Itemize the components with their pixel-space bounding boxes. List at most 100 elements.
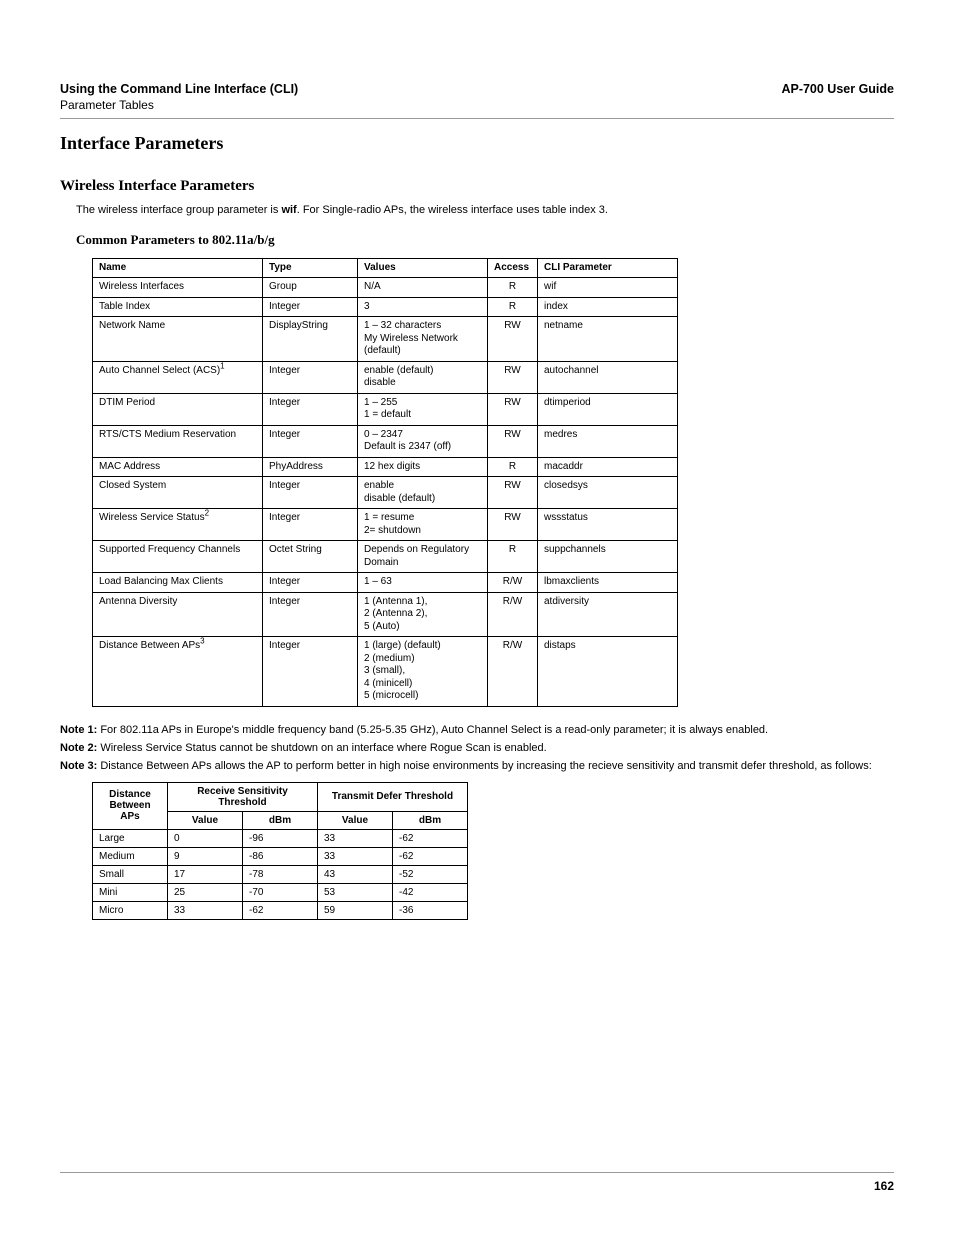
cell-values: 1 (Antenna 1),2 (Antenna 2),5 (Auto) (358, 592, 488, 637)
cell-tv: 33 (318, 829, 393, 847)
table-row: Table IndexInteger3Rindex (93, 297, 678, 317)
cell-tv: 53 (318, 883, 393, 901)
table-row: DTIM PeriodInteger1 – 2551 = defaultRWdt… (93, 393, 678, 425)
cell-name: Distance Between APs3 (93, 637, 263, 707)
cell-cli: netname (538, 317, 678, 362)
table-row: Closed SystemIntegerenabledisable (defau… (93, 477, 678, 509)
cell-access: RW (488, 317, 538, 362)
cell-rdbm: -96 (243, 829, 318, 847)
cell-cli: distaps (538, 637, 678, 707)
cell-cli: suppchannels (538, 541, 678, 573)
th-receive: Receive Sensitivity Threshold (168, 782, 318, 811)
note-1-label: Note 1: (60, 724, 97, 736)
cell-rv: 25 (168, 883, 243, 901)
cell-access: R/W (488, 573, 538, 593)
cell-cli: wif (538, 278, 678, 298)
cell-access: RW (488, 361, 538, 393)
cell-name: Auto Channel Select (ACS)1 (93, 361, 263, 393)
cell-values: 1 (large) (default)2 (medium)3 (small),4… (358, 637, 488, 707)
cell-d: Medium (93, 847, 168, 865)
table-row: Large0-9633-62 (93, 829, 468, 847)
header-rule (60, 118, 894, 119)
cell-type: Integer (263, 297, 358, 317)
cell-access: RW (488, 393, 538, 425)
intro-paragraph: The wireless interface group parameter i… (76, 203, 894, 218)
cell-cli: atdiversity (538, 592, 678, 637)
note-3: Note 3: Distance Between APs allows the … (60, 759, 894, 773)
cell-name: Wireless Interfaces (93, 278, 263, 298)
cell-tdbm: -42 (393, 883, 468, 901)
cell-name: Table Index (93, 297, 263, 317)
page-number: 162 (60, 1172, 894, 1193)
cell-cli: macaddr (538, 457, 678, 477)
cell-d: Micro (93, 901, 168, 919)
cell-name: Wireless Service Status2 (93, 509, 263, 541)
cell-tv: 33 (318, 847, 393, 865)
th-name: Name (93, 258, 263, 278)
cell-type: Group (263, 278, 358, 298)
cell-tv: 43 (318, 865, 393, 883)
intro-pre: The wireless interface group parameter i… (76, 204, 281, 216)
cell-name: Network Name (93, 317, 263, 362)
cell-d: Large (93, 829, 168, 847)
cell-name: Antenna Diversity (93, 592, 263, 637)
dist-header-row1: Distance Between APs Receive Sensitivity… (93, 782, 468, 811)
cell-access: RW (488, 477, 538, 509)
table-row: Small17-7843-52 (93, 865, 468, 883)
note-2-label: Note 2: (60, 742, 97, 754)
distance-table: Distance Between APs Receive Sensitivity… (92, 782, 468, 920)
header-subtitle: Parameter Tables (60, 98, 894, 112)
th-access: Access (488, 258, 538, 278)
cell-name: MAC Address (93, 457, 263, 477)
th-type: Type (263, 258, 358, 278)
cell-rv: 17 (168, 865, 243, 883)
cell-d: Small (93, 865, 168, 883)
cell-type: PhyAddress (263, 457, 358, 477)
th-values: Values (358, 258, 488, 278)
table-row: RTS/CTS Medium ReservationInteger0 – 234… (93, 425, 678, 457)
cell-name: Closed System (93, 477, 263, 509)
cell-values: 0 – 2347Default is 2347 (off) (358, 425, 488, 457)
th-cli: CLI Parameter (538, 258, 678, 278)
cell-tdbm: -62 (393, 829, 468, 847)
cell-values: enable (default)disable (358, 361, 488, 393)
cell-rv: 9 (168, 847, 243, 865)
cell-rv: 33 (168, 901, 243, 919)
subsection-heading: Wireless Interface Parameters (60, 178, 894, 195)
cell-access: R (488, 541, 538, 573)
cell-access: RW (488, 509, 538, 541)
cell-type: Integer (263, 573, 358, 593)
table-row: Antenna DiversityInteger1 (Antenna 1),2 … (93, 592, 678, 637)
intro-bold: wif (281, 204, 296, 216)
cell-access: R (488, 297, 538, 317)
cell-access: R/W (488, 637, 538, 707)
th-distance: Distance Between APs (93, 782, 168, 829)
table-row: Distance Between APs3Integer1 (large) (d… (93, 637, 678, 707)
th-tdbm: dBm (393, 811, 468, 829)
cell-type: Octet String (263, 541, 358, 573)
cell-cli: closedsys (538, 477, 678, 509)
cell-tdbm: -52 (393, 865, 468, 883)
cell-values: 12 hex digits (358, 457, 488, 477)
cell-cli: dtimperiod (538, 393, 678, 425)
cell-type: Integer (263, 361, 358, 393)
cell-values: enabledisable (default) (358, 477, 488, 509)
cell-values: 1 = resume2= shutdown (358, 509, 488, 541)
table-row: Network NameDisplayString1 – 32 characte… (93, 317, 678, 362)
cell-cli: wssstatus (538, 509, 678, 541)
cell-rdbm: -62 (243, 901, 318, 919)
cell-values: 1 – 32 charactersMy Wireless Network (de… (358, 317, 488, 362)
cell-d: Mini (93, 883, 168, 901)
cell-tdbm: -62 (393, 847, 468, 865)
cell-values: 1 – 2551 = default (358, 393, 488, 425)
note-2-text: Wireless Service Status cannot be shutdo… (97, 742, 546, 754)
table-row: Micro33-6259-36 (93, 901, 468, 919)
cell-values: Depends on Regulatory Domain (358, 541, 488, 573)
note-1: Note 1: For 802.11a APs in Europe's midd… (60, 723, 894, 737)
notes-block: Note 1: For 802.11a APs in Europe's midd… (60, 723, 894, 774)
note-2: Note 2: Wireless Service Status cannot b… (60, 741, 894, 755)
cell-type: DisplayString (263, 317, 358, 362)
cell-type: Integer (263, 425, 358, 457)
table-row: Wireless InterfacesGroupN/ARwif (93, 278, 678, 298)
th-tv: Value (318, 811, 393, 829)
